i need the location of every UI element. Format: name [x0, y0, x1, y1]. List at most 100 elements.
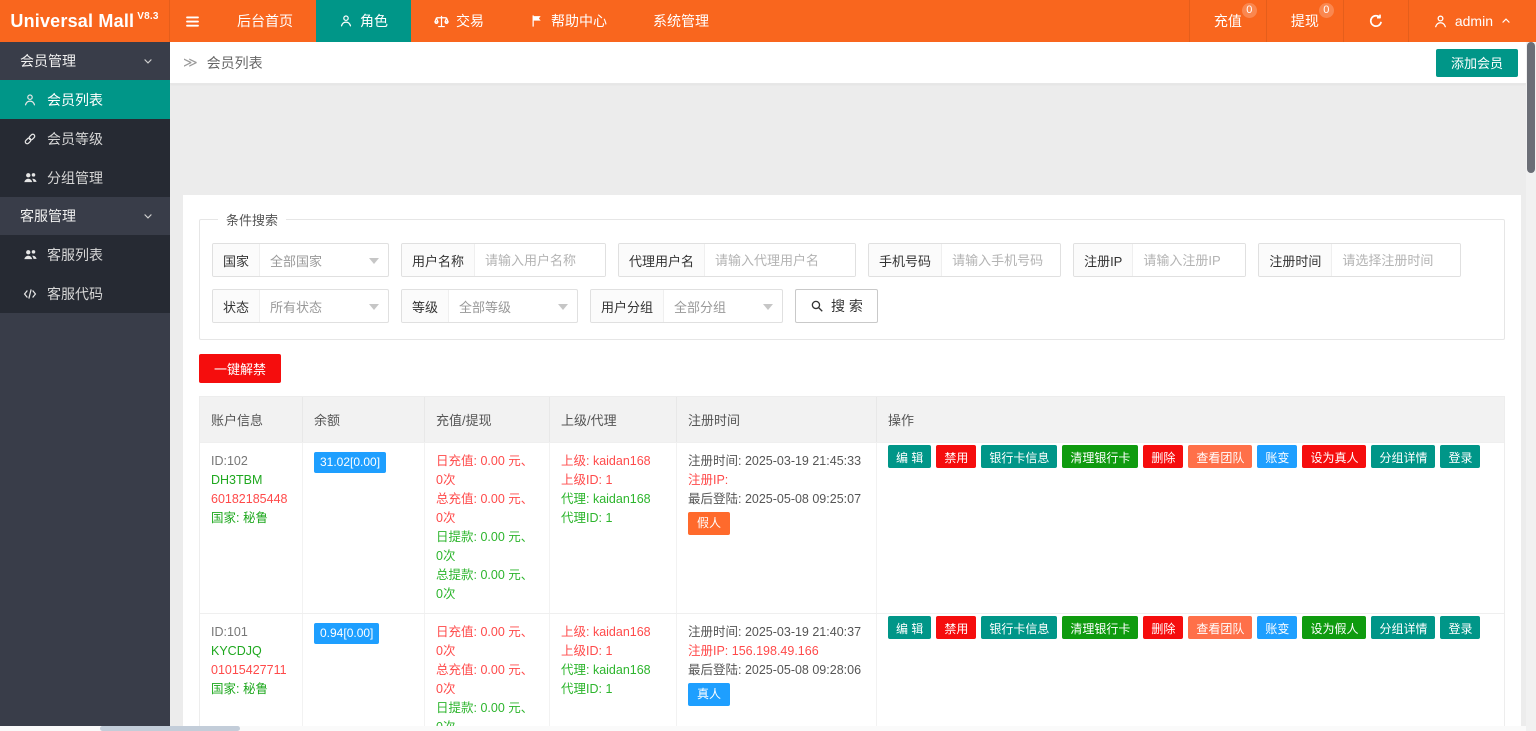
filter-label: 状态 — [213, 290, 260, 322]
balance-cell: 0.94[0.00] — [303, 614, 425, 731]
agent-line: 代理: kaidan168 — [561, 661, 665, 680]
nav-item-label: 系统管理 — [653, 11, 709, 31]
table-row: ID:102DH3TBM60182185448国家: 秘鲁31.02[0.00]… — [200, 442, 1504, 613]
sidebar-item[interactable]: 分组管理 — [0, 158, 170, 197]
withdraw-button[interactable]: 提现 0 — [1266, 0, 1343, 42]
horizontal-scrollbar[interactable] — [0, 726, 1526, 731]
action-button[interactable]: 编 辑 — [888, 445, 931, 468]
action-button[interactable]: 查看团队 — [1188, 445, 1252, 468]
filter-row-1: 国家全部国家用户名称代理用户名手机号码注册IP注册时间 — [212, 243, 1492, 277]
action-button[interactable]: 禁用 — [936, 445, 976, 468]
admin-menu[interactable]: admin — [1408, 0, 1536, 42]
menu-toggle-button[interactable] — [170, 0, 214, 42]
sidebar-item[interactable]: 会员等级 — [0, 119, 170, 158]
action-button[interactable]: 分组详情 — [1371, 616, 1435, 639]
filter-select-value[interactable]: 所有状态 — [260, 290, 388, 322]
nav-item-label: 交易 — [456, 11, 484, 31]
filter-select-value[interactable]: 全部国家 — [260, 244, 388, 276]
app-logo: Universal Mall V8.3 — [0, 0, 170, 42]
person-icon — [339, 14, 353, 28]
sidebar-item[interactable]: 客服列表 — [0, 235, 170, 274]
filter-select-value[interactable]: 全部等级 — [449, 290, 577, 322]
chevron-down-icon — [369, 258, 379, 264]
recharge-button[interactable]: 充值 0 — [1189, 0, 1266, 42]
action-button[interactable]: 账变 — [1257, 445, 1297, 468]
vertical-scrollbar[interactable] — [1526, 42, 1536, 731]
register-line: 注册IP: — [688, 471, 865, 490]
member-type-badge: 真人 — [688, 683, 730, 706]
action-button[interactable]: 清理银行卡 — [1062, 616, 1138, 639]
search-button[interactable]: 搜 索 — [795, 289, 878, 323]
member-account-number: 01015427711 — [211, 661, 291, 680]
nav-item[interactable]: 角色 — [316, 0, 411, 42]
action-button[interactable]: 清理银行卡 — [1062, 445, 1138, 468]
finance-cell: 日充值: 0.00 元、0次总充值: 0.00 元、0次日提款: 0.00 元、… — [425, 443, 550, 613]
column-header: 注册时间 — [677, 397, 877, 442]
nav-item[interactable]: 帮助中心 — [507, 0, 630, 42]
action-button[interactable]: 编 辑 — [888, 616, 931, 639]
search-panel: 条件搜索 国家全部国家用户名称代理用户名手机号码注册IP注册时间 状态所有状态等… — [199, 210, 1505, 340]
add-member-button[interactable]: 添加会员 — [1436, 49, 1518, 77]
content-card: 条件搜索 国家全部国家用户名称代理用户名手机号码注册IP注册时间 状态所有状态等… — [183, 195, 1521, 731]
sidebar-group-header[interactable]: 会员管理 — [0, 42, 170, 80]
member-id: ID:102 — [211, 452, 291, 471]
register-cell: 注册时间: 2025-03-19 21:45:33注册IP:最后登陆: 2025… — [677, 443, 877, 613]
filter-input-group: 手机号码 — [868, 243, 1061, 277]
filter-label: 注册IP — [1074, 244, 1133, 276]
nav-item-label: 角色 — [360, 11, 388, 31]
filter-input[interactable] — [942, 244, 1060, 276]
action-button[interactable]: 银行卡信息 — [981, 616, 1057, 639]
sidebar-item[interactable]: 客服代码 — [0, 274, 170, 313]
recharge-label: 充值 — [1214, 11, 1242, 31]
nav-item[interactable]: 后台首页 — [214, 0, 316, 42]
member-id: ID:101 — [211, 623, 291, 642]
unban-all-button[interactable]: 一键解禁 — [199, 354, 281, 383]
action-button[interactable]: 禁用 — [936, 616, 976, 639]
action-button[interactable]: 设为真人 — [1302, 445, 1366, 468]
action-button[interactable]: 设为假人 — [1302, 616, 1366, 639]
refresh-button[interactable] — [1343, 0, 1408, 42]
filter-select: 国家全部国家 — [212, 243, 389, 277]
action-button[interactable]: 删除 — [1143, 616, 1183, 639]
member-username: KYCDJQ — [211, 642, 291, 661]
filter-input-group: 用户名称 — [401, 243, 606, 277]
chevron-down-icon — [142, 55, 154, 67]
agent-cell: 上级: kaidan168上级ID: 1代理: kaidan168代理ID: 1 — [550, 443, 677, 613]
nav-item[interactable]: 系统管理 — [630, 0, 732, 42]
register-cell: 注册时间: 2025-03-19 21:40:37注册IP: 156.198.4… — [677, 614, 877, 731]
sidebar-item[interactable]: 会员列表 — [0, 80, 170, 119]
agent-line: 代理: kaidan168 — [561, 490, 665, 509]
column-header: 账户信息 — [200, 397, 303, 442]
chevron-down-icon — [763, 304, 773, 310]
sidebar-item-label: 客服列表 — [47, 245, 103, 265]
action-button[interactable]: 登录 — [1440, 616, 1480, 639]
topbar-nav: 后台首页 角色 交易 帮助中心 系统管理 — [214, 0, 732, 42]
member-country: 国家: 秘鲁 — [211, 509, 291, 528]
action-button[interactable]: 账变 — [1257, 616, 1297, 639]
filter-label: 代理用户名 — [619, 244, 705, 276]
vertical-scrollbar-thumb[interactable] — [1527, 42, 1535, 173]
filter-input[interactable] — [475, 244, 605, 276]
filter-input[interactable] — [1332, 244, 1460, 276]
admin-username: admin — [1455, 13, 1493, 29]
hamburger-icon — [184, 13, 201, 30]
app-logo-text: Universal Mall — [10, 11, 134, 32]
action-button[interactable]: 分组详情 — [1371, 445, 1435, 468]
sidebar-item-label: 会员列表 — [47, 90, 103, 110]
register-line: 最后登陆: 2025-05-08 09:25:07 — [688, 490, 865, 509]
filter-input[interactable] — [1133, 244, 1245, 276]
action-button[interactable]: 银行卡信息 — [981, 445, 1057, 468]
member-account-number: 60182185448 — [211, 490, 291, 509]
horizontal-scrollbar-thumb[interactable] — [100, 726, 240, 731]
filter-label: 用户分组 — [591, 290, 664, 322]
member-country: 国家: 秘鲁 — [211, 680, 291, 699]
app-version: V8.3 — [137, 11, 158, 22]
actions-cell: 编 辑禁用银行卡信息清理银行卡删除查看团队账变设为真人分组详情登录 — [877, 443, 1504, 613]
sidebar-group-header[interactable]: 客服管理 — [0, 197, 170, 235]
filter-select-value[interactable]: 全部分组 — [664, 290, 782, 322]
action-button[interactable]: 登录 — [1440, 445, 1480, 468]
action-button[interactable]: 查看团队 — [1188, 616, 1252, 639]
filter-input[interactable] — [705, 244, 855, 276]
action-button[interactable]: 删除 — [1143, 445, 1183, 468]
nav-item[interactable]: 交易 — [411, 0, 507, 42]
